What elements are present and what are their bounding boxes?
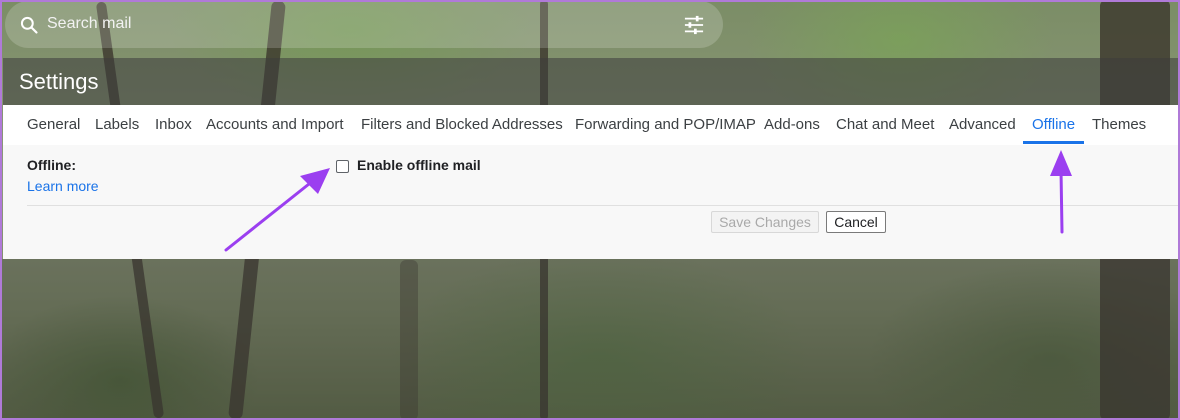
tab-chat-and-meet[interactable]: Chat and Meet <box>836 116 934 133</box>
enable-offline-mail-label[interactable]: Enable offline mail <box>357 157 481 173</box>
settings-tabs: General Labels Inbox Accounts and Import… <box>3 105 1180 145</box>
active-tab-indicator <box>1023 141 1084 144</box>
tab-offline[interactable]: Offline <box>1032 116 1075 133</box>
tab-forwarding-and-pop-imap[interactable]: Forwarding and POP/IMAP <box>575 116 756 133</box>
tab-filters-and-blocked-addresses[interactable]: Filters and Blocked Addresses <box>361 116 563 133</box>
tab-general[interactable]: General <box>27 116 80 133</box>
tab-add-ons[interactable]: Add-ons <box>764 116 820 133</box>
search-input[interactable]: Search mail <box>47 15 131 33</box>
tab-labels[interactable]: Labels <box>95 116 139 133</box>
search-bar[interactable]: Search mail <box>5 1 723 48</box>
search-icon[interactable] <box>19 15 39 35</box>
page-title: Settings <box>19 69 99 94</box>
learn-more-link[interactable]: Learn more <box>27 178 99 194</box>
section-divider <box>27 205 1180 206</box>
settings-header: Settings <box>3 58 1180 105</box>
cancel-button[interactable]: Cancel <box>826 211 886 233</box>
offline-section-label: Offline: <box>27 157 76 173</box>
offline-settings-content: Offline: Learn more Enable offline mail … <box>3 145 1180 259</box>
background-dimmer <box>0 259 1180 420</box>
tab-themes[interactable]: Themes <box>1092 116 1146 133</box>
settings-panel: General Labels Inbox Accounts and Import… <box>3 105 1180 259</box>
tune-icon[interactable] <box>683 15 705 35</box>
tab-accounts-and-import[interactable]: Accounts and Import <box>206 116 344 133</box>
tab-advanced[interactable]: Advanced <box>949 116 1016 133</box>
enable-offline-mail-checkbox[interactable] <box>336 160 349 173</box>
save-changes-button[interactable]: Save Changes <box>711 211 819 233</box>
tab-inbox[interactable]: Inbox <box>155 116 192 133</box>
